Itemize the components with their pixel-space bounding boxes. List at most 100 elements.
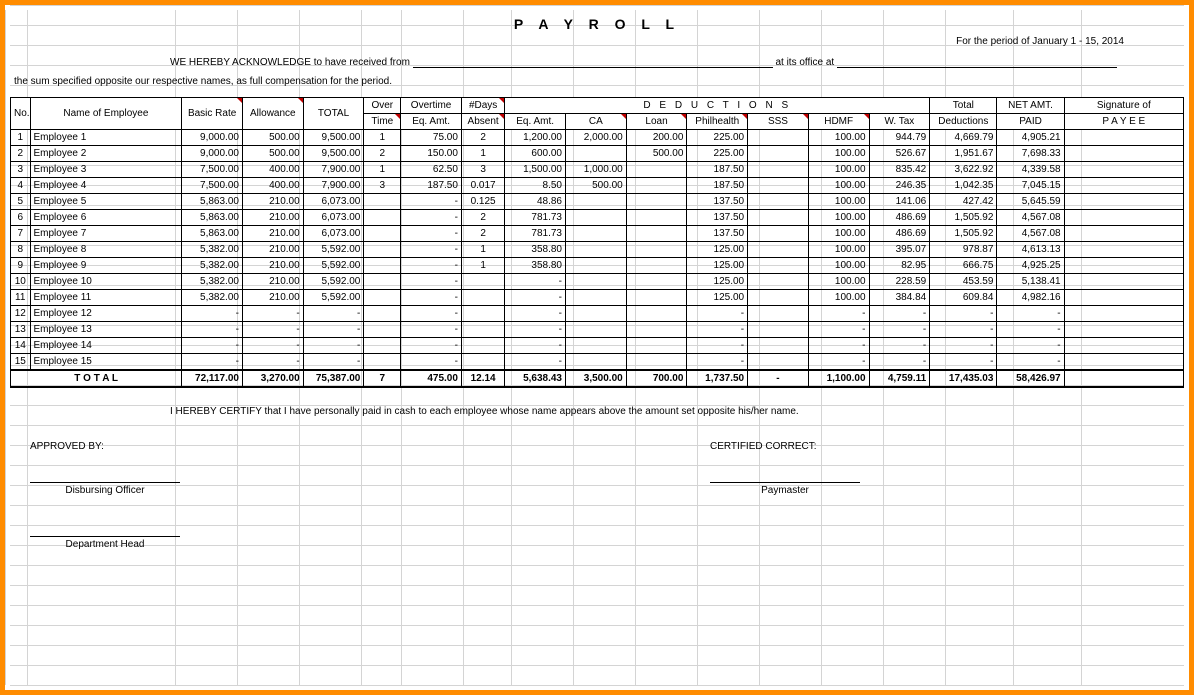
comment-marker-icon (499, 98, 504, 103)
cell-hdmf: - (808, 306, 869, 322)
cell-days-absent: 3 (461, 162, 504, 178)
hdr-total: TOTAL (303, 98, 364, 130)
total-ca: 3,500.00 (566, 370, 627, 387)
cell-overtime-count: 1 (364, 130, 401, 146)
cell-ca (566, 338, 627, 354)
table-row: 13Employee 13---------- (11, 322, 1184, 338)
cell-loan (626, 178, 687, 194)
cell-philhealth: 225.00 (687, 146, 748, 162)
hdr-totalded-top: Total (930, 98, 997, 114)
cell-overtime-amt: 62.50 (401, 162, 462, 178)
cell-overtime-amt: 150.00 (401, 146, 462, 162)
cell-no: 6 (11, 210, 31, 226)
cell-overtime-amt: - (401, 322, 462, 338)
comment-marker-icon (499, 114, 504, 119)
cell-net-paid: 4,905.21 (997, 130, 1064, 146)
cell-signature (1064, 178, 1183, 194)
page-title: P A Y R O L L (10, 10, 1184, 36)
comment-marker-icon (298, 98, 303, 103)
cell-ded-eq: - (505, 290, 566, 306)
cell-basic: 5,382.00 (182, 290, 243, 306)
cell-overtime-count: 2 (364, 146, 401, 162)
table-row: 3Employee 37,500.00400.007,900.00162.503… (11, 162, 1184, 178)
cell-name: Employee 14 (30, 338, 182, 354)
cell-total: - (303, 338, 364, 354)
cell-loan (626, 258, 687, 274)
cell-loan (626, 194, 687, 210)
cell-overtime-count (364, 354, 401, 371)
cell-loan (626, 354, 687, 371)
cell-overtime-amt: 187.50 (401, 178, 462, 194)
cell-wtax: - (869, 338, 930, 354)
table-row: 10Employee 105,382.00210.005,592.00--125… (11, 274, 1184, 290)
cell-sss (748, 146, 809, 162)
cell-ded-eq: - (505, 306, 566, 322)
comment-marker-icon (803, 114, 808, 119)
cell-overtime-amt: - (401, 226, 462, 242)
cell-overtime-amt: - (401, 274, 462, 290)
cell-sss (748, 130, 809, 146)
cell-basic: 5,863.00 (182, 226, 243, 242)
cell-ded-eq: - (505, 322, 566, 338)
cell-philhealth: 137.50 (687, 226, 748, 242)
cell-wtax: 246.35 (869, 178, 930, 194)
table-row: 7Employee 75,863.00210.006,073.00-2781.7… (11, 226, 1184, 242)
cell-hdmf: 100.00 (808, 130, 869, 146)
cell-net-paid: 5,138.41 (997, 274, 1064, 290)
cell-net-paid: 5,645.59 (997, 194, 1064, 210)
cell-overtime-amt: - (401, 354, 462, 371)
cell-total-ded: 1,505.92 (930, 210, 997, 226)
cell-overtime-amt: - (401, 194, 462, 210)
cell-no: 15 (11, 354, 31, 371)
cell-ca (566, 146, 627, 162)
cell-sss (748, 290, 809, 306)
comment-marker-icon (681, 114, 686, 119)
cell-no: 12 (11, 306, 31, 322)
hdr-over: Over (364, 98, 401, 114)
cell-wtax: - (869, 306, 930, 322)
cell-basic: 5,382.00 (182, 242, 243, 258)
total-wtax: 4,759.11 (869, 370, 930, 387)
cell-no: 3 (11, 162, 31, 178)
cell-philhealth: 187.50 (687, 162, 748, 178)
cell-total: - (303, 322, 364, 338)
cell-no: 1 (11, 130, 31, 146)
cell-philhealth: 137.50 (687, 194, 748, 210)
cell-net-paid: - (997, 338, 1064, 354)
cell-ca (566, 226, 627, 242)
cell-wtax: 395.07 (869, 242, 930, 258)
cell-allowance: 210.00 (242, 226, 303, 242)
hdr-overtime: Overtime (401, 98, 462, 114)
table-row: 11Employee 115,382.00210.005,592.00--125… (11, 290, 1184, 306)
cell-allowance: - (242, 306, 303, 322)
cell-overtime-amt: - (401, 258, 462, 274)
cell-name: Employee 2 (30, 146, 182, 162)
cell-basic: 5,382.00 (182, 274, 243, 290)
cell-sss (748, 354, 809, 371)
cell-net-paid: 4,613.13 (997, 242, 1064, 258)
cell-philhealth: 137.50 (687, 210, 748, 226)
cell-total-ded: 427.42 (930, 194, 997, 210)
cell-overtime-amt: - (401, 338, 462, 354)
cell-philhealth: 125.00 (687, 242, 748, 258)
cell-overtime-amt: - (401, 306, 462, 322)
cell-no: 14 (11, 338, 31, 354)
cell-basic: 5,863.00 (182, 210, 243, 226)
cell-days-absent: 2 (461, 210, 504, 226)
hdr-sss: SSS (748, 114, 809, 130)
hdr-wtax: W. Tax (869, 114, 930, 130)
comment-marker-icon (395, 114, 400, 119)
cell-ca (566, 354, 627, 371)
cell-total: - (303, 306, 364, 322)
cell-sss (748, 162, 809, 178)
cell-net-paid: 4,567.08 (997, 210, 1064, 226)
cell-wtax: 486.69 (869, 226, 930, 242)
total-tded: 17,435.03 (930, 370, 997, 387)
cell-overtime-count (364, 194, 401, 210)
cell-total: 7,900.00 (303, 162, 364, 178)
cell-wtax: 944.79 (869, 130, 930, 146)
cell-philhealth: - (687, 322, 748, 338)
cell-wtax: 82.95 (869, 258, 930, 274)
cell-no: 8 (11, 242, 31, 258)
cell-overtime-count (364, 274, 401, 290)
